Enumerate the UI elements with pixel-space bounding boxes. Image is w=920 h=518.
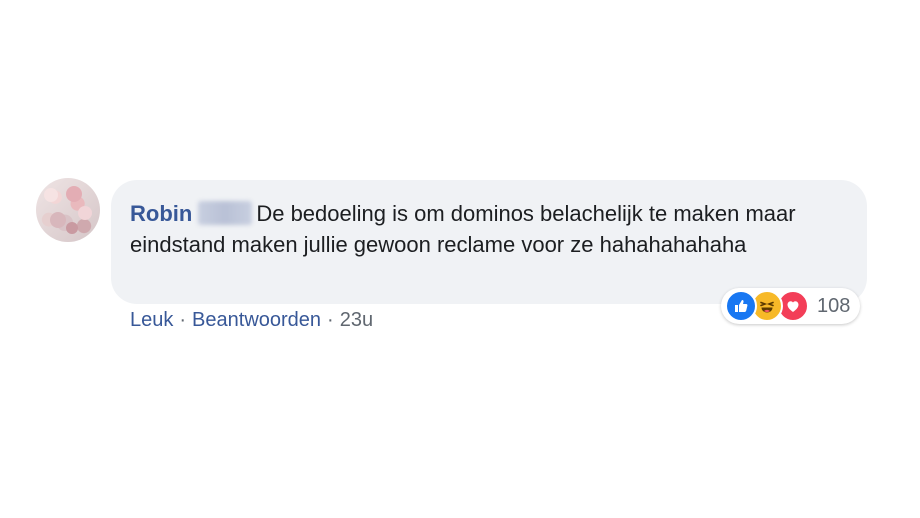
reaction-summary[interactable]: 108 <box>721 288 861 324</box>
redacted-surname <box>198 201 253 225</box>
comment-actions: Leuk · Beantwoorden · 23u <box>130 309 373 332</box>
like-link[interactable]: Leuk <box>130 309 173 332</box>
timestamp[interactable]: 23u <box>340 309 373 332</box>
author-name[interactable]: Robin <box>130 201 192 226</box>
reply-link[interactable]: Beantwoorden <box>192 309 321 332</box>
reaction-count: 108 <box>817 294 851 317</box>
comment-screenshot: Robin De bedoeling is om dominos belachel… <box>0 0 920 518</box>
comment-body: Robin De bedoeling is om dominos belachel… <box>130 198 850 260</box>
separator: · <box>179 309 187 331</box>
separator: · <box>327 309 334 331</box>
avatar[interactable] <box>36 178 100 242</box>
like-icon <box>725 290 757 322</box>
